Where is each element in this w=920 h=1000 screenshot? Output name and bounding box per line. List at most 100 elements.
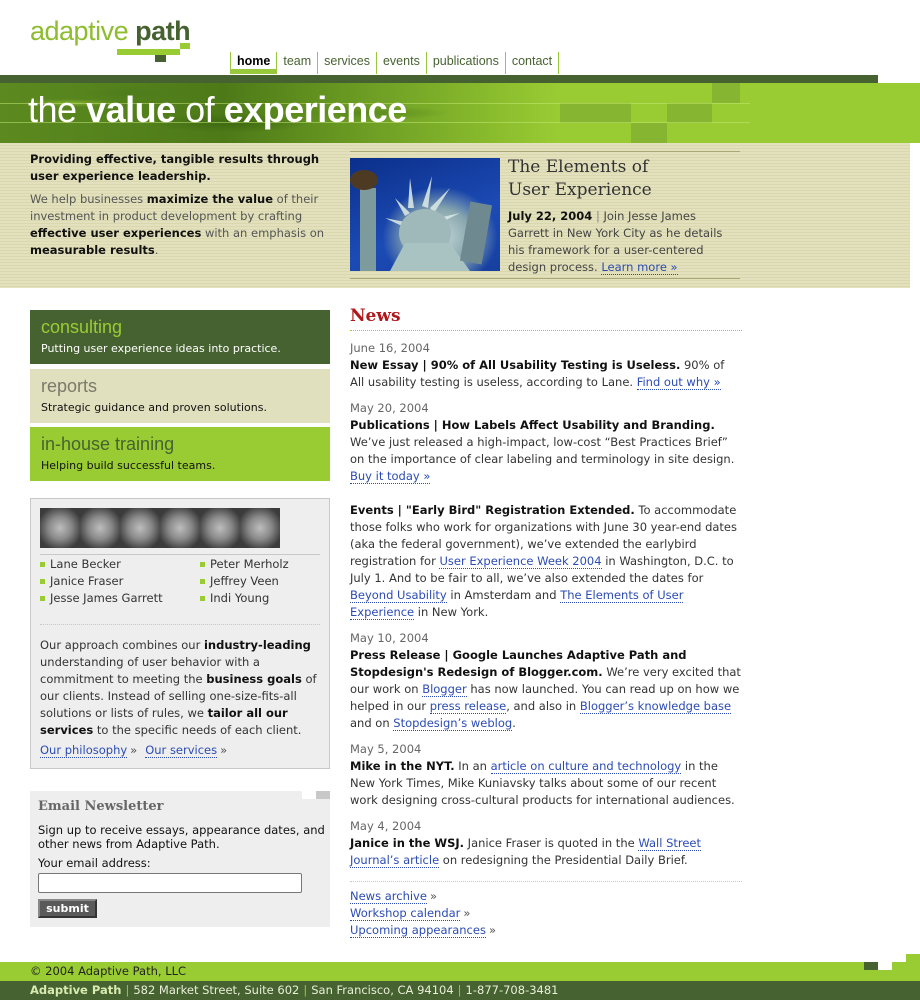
news-item: June 16, 2004 New Essay | 90% of All Usa… [350,340,742,391]
nav-tab-services[interactable]: services [317,52,376,74]
our-philosophy-link[interactable]: Our philosophy [40,743,128,758]
our-services-link[interactable]: Our services [145,743,218,758]
blogger-link[interactable]: Blogger [422,682,467,697]
tagline-word: of [185,89,215,130]
news-date: June 16, 2004 [350,341,430,355]
service-description: Helping build successful teams. [41,459,216,472]
find-out-why-link[interactable]: Find out why » [636,375,721,390]
newsletter-title: Email Newsletter [38,799,164,814]
newsletter-form: Email Newsletter Sign up to receive essa… [30,791,330,927]
news-date: May 4, 2004 [350,819,422,833]
news-headline: Publications | How Labels Affect Usabili… [350,418,715,432]
feature-title[interactable]: The Elements of User Experience [508,156,652,202]
nav-tab-publications[interactable]: publications [425,52,505,74]
nyt-article-link[interactable]: article on culture and technology [490,759,682,774]
news-item: May 20, 2004 Publications | How Labels A… [350,400,742,485]
address: Adaptive Path | 582 Market Street, Suite 6… [30,983,559,997]
corner-decoration [302,791,316,799]
team-member[interactable]: Peter Merholz [200,556,320,573]
news-title: News [350,305,742,331]
logo-decoration [155,55,166,62]
service-reports[interactable]: reports Strategic guidance and proven so… [30,369,330,423]
team-box: Lane Becker Peter Merholz Janice Fraser … [30,498,330,769]
divider [40,624,320,625]
raquo-icon: » [220,743,228,757]
bullet-icon [200,579,205,584]
news-item: May 5, 2004 Mike in the NYT. In an artic… [350,741,742,809]
team-member[interactable]: Indi Young [200,590,320,607]
news-date: May 10, 2004 [350,631,429,645]
team-photo [160,508,200,548]
team-photo [240,508,280,548]
footer-decoration [864,962,878,970]
team-photos[interactable] [40,508,280,548]
team-member[interactable]: Janice Fraser [40,573,200,590]
team-photo [80,508,120,548]
bullet-icon [200,596,205,601]
raquo-icon: » [463,906,471,920]
team-member-list: Lane Becker Peter Merholz Janice Fraser … [40,556,320,607]
statue-of-liberty-image[interactable] [350,158,500,271]
newsletter-description: Sign up to receive essays, appearance da… [38,823,325,851]
approach-text: Our approach combines our industry-leadi… [40,638,317,737]
raquo-icon: » [429,889,437,903]
logo-text-adaptive: adaptive [30,16,129,46]
team-member[interactable]: Jeffrey Veen [200,573,320,590]
ux-week-link[interactable]: User Experience Week 2004 [439,554,602,569]
team-member[interactable]: Jesse James Garrett [40,590,200,607]
footer-copyright-bar: © 2004 Adaptive Path, LLC [0,962,920,981]
workshop-calendar-link[interactable]: Workshop calendar [350,906,461,921]
news-item: May 4, 2004 Janice in the WSJ. Janice Fr… [350,818,742,869]
upcoming-appearances-link[interactable]: Upcoming appearances [350,923,486,938]
feature-event: The Elements of User Experience July 22,… [350,151,740,279]
footer-decoration [878,962,892,970]
nav-tab-contact[interactable]: contact [504,52,560,74]
intro-lead: Providing effective, tangible results th… [30,152,320,183]
learn-more-link[interactable]: Learn more » [601,260,678,275]
footer-address-bar: Adaptive Path | 582 Market Street, Suite 6… [0,981,920,1000]
nav-tab-team[interactable]: team [276,52,317,74]
news-archive-link[interactable]: News archive [350,889,427,904]
news-headline: New Essay | 90% of All Usability Testing… [350,358,681,372]
submit-button[interactable]: submit [38,899,97,918]
corner-decoration [316,791,330,799]
feature-date: July 22, 2004 [508,209,593,223]
banner-tagline: the value of experience [28,89,407,131]
blogger-knowledge-base-link[interactable]: Blogger’s knowledge base [579,699,732,714]
news-headline: Janice in the WSJ. [350,836,465,850]
banner-decoration [712,83,740,103]
feature-description: July 22, 2004 | Join Jesse James Garrett… [508,209,723,275]
tagline-word: the [28,89,77,130]
raquo-icon: » [130,743,138,757]
beyond-usability-link[interactable]: Beyond Usability [350,588,447,603]
logo-decoration [165,49,180,55]
service-consulting[interactable]: consulting Putting user experience ideas… [30,310,330,364]
copyright: © 2004 Adaptive Path, LLC [30,964,187,978]
team-photo [200,508,240,548]
news-section: News June 16, 2004 New Essay | 90% of Al… [350,305,742,939]
team-member[interactable]: Lane Becker [40,556,200,573]
team-photo [120,508,160,548]
news-date: May 20, 2004 [350,401,429,415]
intro-body: We help businesses maximize the value of… [30,192,325,257]
nav-tab-home[interactable]: home [230,52,277,74]
banner-decoration [667,103,712,123]
press-release-link[interactable]: press release [429,699,507,714]
nav-tab-events[interactable]: events [375,52,426,74]
raquo-icon: » [488,923,496,937]
intro-text: Providing effective, tangible results th… [30,151,330,259]
stopdesign-weblog-link[interactable]: Stopdesign’s weblog [393,716,513,731]
news-headline: Mike in the NYT. [350,759,455,773]
logo[interactable]: adaptive path [30,16,191,47]
service-in-house-training[interactable]: in-house training Helping build successf… [30,427,330,481]
banner: the value of experience [0,83,920,143]
banner-decoration [631,123,667,143]
service-description: Strategic guidance and proven solutions. [41,401,267,414]
buy-it-today-link[interactable]: Buy it today » [350,469,431,484]
email-field[interactable] [38,873,302,893]
divider [40,554,320,555]
intro-section: Providing effective, tangible results th… [0,143,910,288]
bullet-icon [200,562,205,567]
footer-decoration [906,954,920,962]
bullet-icon [40,579,45,584]
